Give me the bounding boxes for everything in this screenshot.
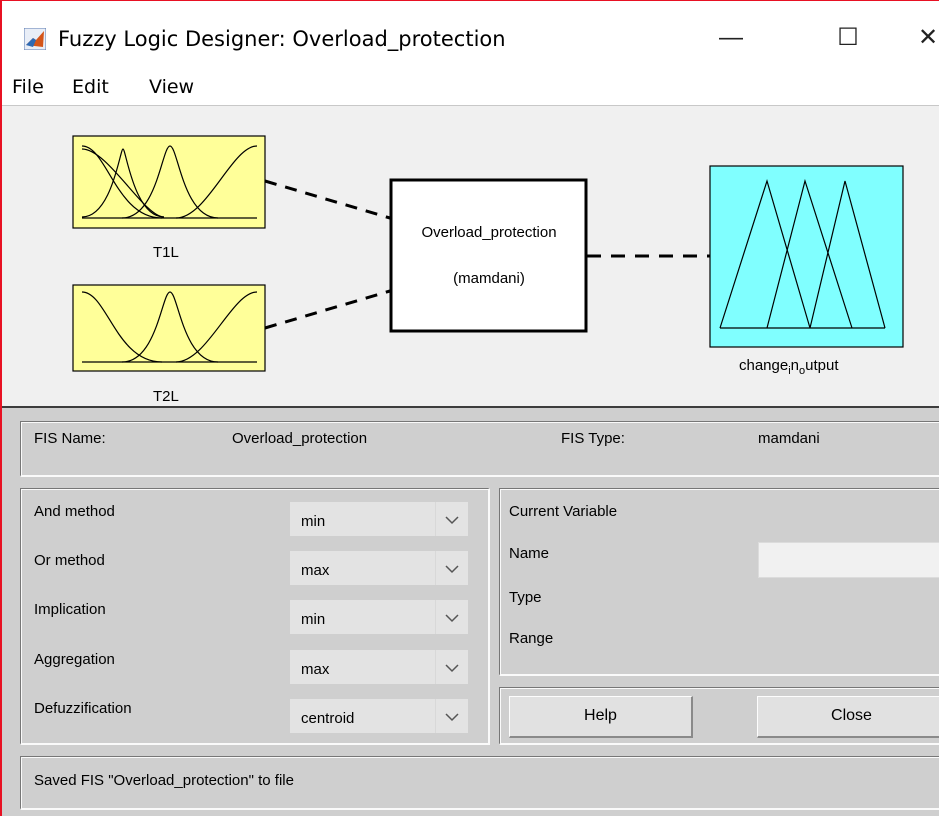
current-variable-title: Current Variable bbox=[509, 503, 618, 520]
fuzzy-logic-designer-window: Fuzzy Logic Designer: Overload_protectio… bbox=[0, 0, 939, 816]
chevron-down-icon bbox=[435, 699, 459, 733]
menu-edit[interactable]: Edit bbox=[72, 76, 109, 98]
menu-view[interactable]: View bbox=[149, 76, 194, 98]
and-method-select[interactable]: min bbox=[289, 501, 469, 537]
menu-file[interactable]: File bbox=[12, 76, 44, 98]
menu-bar: File Edit View bbox=[2, 67, 939, 105]
connector-t2l bbox=[264, 289, 391, 330]
fis-system-type: (mamdani) bbox=[453, 270, 525, 287]
chevron-down-icon bbox=[435, 502, 459, 536]
title-bar[interactable]: Fuzzy Logic Designer: Overload_protectio… bbox=[2, 1, 939, 65]
fis-type-value: mamdani bbox=[758, 430, 820, 447]
fis-system-name: Overload_protection bbox=[421, 224, 557, 241]
matlab-logo-icon bbox=[24, 28, 46, 50]
fis-system-box[interactable] bbox=[389, 178, 588, 333]
implication-value: min bbox=[301, 611, 326, 628]
variable-range-label: Range bbox=[509, 630, 554, 647]
defuzzification-select[interactable]: centroid bbox=[289, 698, 469, 734]
fis-type-label: FIS Type: bbox=[561, 430, 625, 447]
input-t1l-box[interactable] bbox=[72, 135, 266, 229]
help-button[interactable]: Help bbox=[509, 696, 693, 738]
input-t2l-label: T2L bbox=[153, 388, 179, 405]
variable-type-label: Type bbox=[509, 589, 542, 606]
input-t1l-label: T1L bbox=[153, 244, 179, 261]
window-title: Fuzzy Logic Designer: Overload_protectio… bbox=[58, 27, 506, 51]
fis-name-label: FIS Name: bbox=[34, 430, 106, 447]
defuzzification-label: Defuzzification bbox=[34, 700, 132, 717]
and-method-value: min bbox=[301, 513, 326, 530]
aggregation-select[interactable]: max bbox=[289, 649, 469, 685]
chevron-down-icon bbox=[435, 551, 459, 585]
close-button[interactable]: Close bbox=[757, 696, 939, 738]
connector-t1l bbox=[264, 179, 391, 220]
variable-name-label: Name bbox=[509, 545, 550, 562]
close-window-button[interactable]: ✕ bbox=[905, 21, 939, 57]
variable-name-field[interactable] bbox=[758, 542, 939, 578]
chevron-down-icon bbox=[435, 600, 459, 634]
chevron-down-icon bbox=[435, 650, 459, 684]
implication-select[interactable]: min bbox=[289, 599, 469, 635]
output-label-part: change bbox=[739, 357, 789, 374]
or-method-value: max bbox=[301, 562, 330, 579]
maximize-button[interactable]: ☐ bbox=[825, 21, 871, 57]
implication-label: Implication bbox=[34, 601, 106, 618]
or-method-select[interactable]: max bbox=[289, 550, 469, 586]
input-t2l-box[interactable] bbox=[72, 284, 266, 372]
fis-name-value: Overload_protection bbox=[232, 430, 368, 447]
minimize-button[interactable]: — bbox=[708, 21, 754, 57]
and-method-label: And method bbox=[34, 503, 115, 520]
defuzzification-value: centroid bbox=[301, 710, 355, 727]
aggregation-value: max bbox=[301, 661, 330, 678]
or-method-label: Or method bbox=[34, 552, 105, 569]
aggregation-label: Aggregation bbox=[34, 651, 115, 668]
output-label-part: n bbox=[790, 357, 800, 374]
status-message: Saved FIS "Overload_protection" to file bbox=[34, 772, 294, 789]
output-variable-label: changeinoutput bbox=[739, 357, 839, 377]
output-label-part: utput bbox=[805, 357, 839, 374]
output-change-in-output-box[interactable] bbox=[709, 165, 904, 348]
fis-diagram: T1L T2L Overload_protection (mamdani) ch… bbox=[2, 106, 939, 406]
